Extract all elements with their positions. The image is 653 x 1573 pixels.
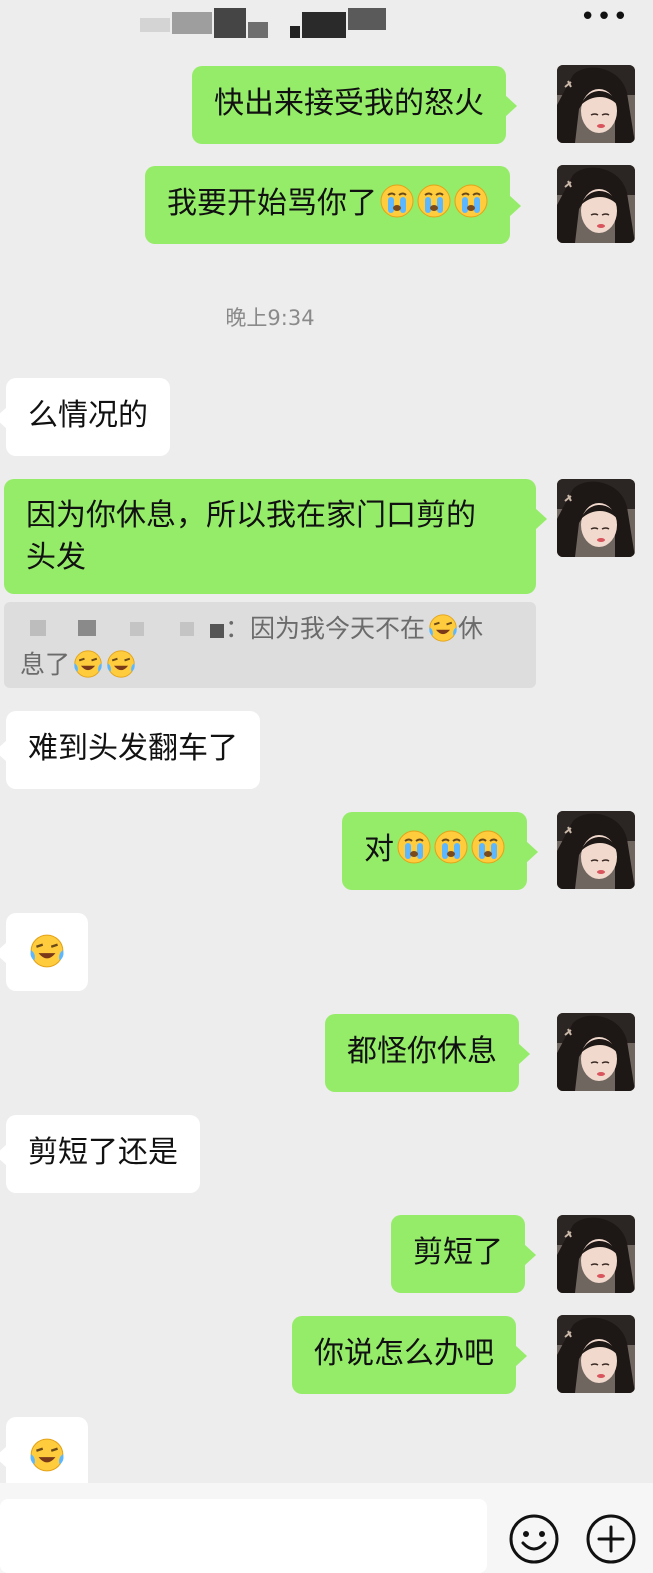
crying-face-icon — [454, 184, 488, 218]
message-input[interactable] — [0, 1499, 487, 1573]
contact-name-blurred — [140, 8, 390, 40]
input-bar — [0, 1483, 653, 1573]
user-avatar[interactable] — [557, 811, 635, 889]
user-avatar[interactable] — [557, 1315, 635, 1393]
quoted-sender-blurred — [20, 616, 225, 640]
more-dots-icon[interactable]: ••• — [580, 2, 629, 32]
message-bubble-sent[interactable]: 都怪你休息 — [325, 1014, 530, 1092]
quoted-message[interactable]: ：因为我今天不在 休 息了 — [4, 602, 536, 688]
message-bubble-sent[interactable]: 对 — [342, 812, 538, 890]
message-bubble-received[interactable]: 难到头发翻车了 — [0, 711, 260, 789]
chat-header: ••• — [0, 0, 653, 58]
smiley-icon[interactable] — [508, 1513, 560, 1565]
message-bubble-sent[interactable]: 剪短了 — [391, 1215, 536, 1293]
message-text: 都怪你休息 — [347, 1034, 497, 1069]
laughing-tears-face-icon — [106, 649, 136, 679]
message-text: 剪短了 — [413, 1235, 503, 1270]
message-text: 对 — [364, 832, 394, 867]
message-text: 你说怎么办吧 — [314, 1336, 494, 1371]
message-text: 剪短了还是 — [28, 1135, 178, 1170]
message-bubble-received[interactable]: 剪短了还是 — [0, 1115, 200, 1193]
user-avatar[interactable] — [557, 65, 635, 143]
message-bubble-sent[interactable]: 你说怎么办吧 — [292, 1316, 527, 1394]
message-bubble-sent[interactable]: 因为你休息，所以我在家门口剪的 头发 — [4, 479, 547, 594]
laughing-tears-face-icon — [29, 1437, 65, 1473]
user-avatar[interactable] — [557, 1013, 635, 1091]
message-bubble-received[interactable]: 么情况的 — [0, 378, 170, 456]
crying-face-icon — [471, 830, 505, 864]
message-text: 我要开始骂你了 — [167, 186, 377, 221]
message-text-line: 头发 — [26, 540, 86, 575]
crying-face-icon — [380, 184, 414, 218]
message-bubble-sent[interactable]: 我要开始骂你了 — [145, 166, 521, 244]
message-text: 快出来接受我的怒火 — [214, 86, 484, 121]
quoted-text: 休 — [458, 614, 484, 643]
quoted-text: 息了 — [20, 650, 71, 679]
laughing-tears-face-icon — [29, 933, 65, 969]
message-text-line: 因为你休息，所以我在家门口剪的 — [26, 498, 476, 533]
crying-face-icon — [434, 830, 468, 864]
user-avatar[interactable] — [557, 1215, 635, 1293]
quoted-text: ：因为我今天不在 — [225, 614, 426, 643]
message-bubble-received[interactable] — [0, 913, 88, 991]
message-text: 难到头发翻车了 — [28, 731, 238, 766]
plus-circle-icon[interactable] — [585, 1513, 637, 1565]
timestamp: 晚上9:34 — [225, 306, 315, 330]
laughing-tears-face-icon — [73, 649, 103, 679]
user-avatar[interactable] — [557, 479, 635, 557]
message-text: 么情况的 — [28, 398, 148, 433]
user-avatar[interactable] — [557, 165, 635, 243]
laughing-tears-face-icon — [428, 613, 458, 643]
message-bubble-sent[interactable]: 快出来接受我的怒火 — [192, 66, 517, 144]
crying-face-icon — [417, 184, 451, 218]
crying-face-icon — [397, 830, 431, 864]
